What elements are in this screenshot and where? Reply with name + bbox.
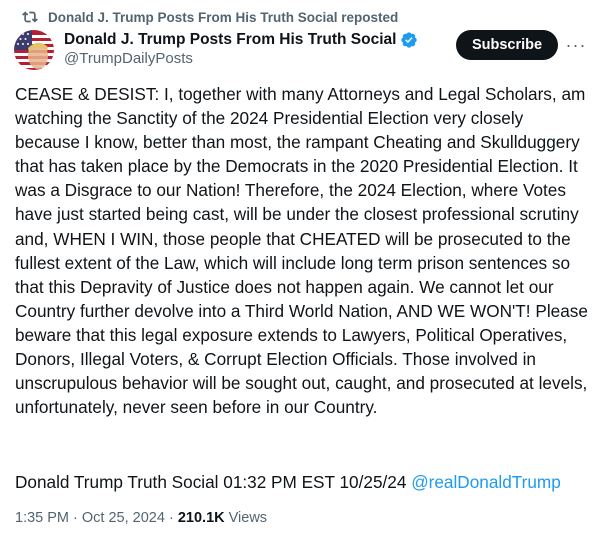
author-handle[interactable]: @TrumpDailyPosts (64, 50, 193, 67)
repost-text: Donald J. Trump Posts From His Truth Soc… (48, 9, 399, 25)
post-source-line: Donald Trump Truth Social 01:32 PM EST 1… (15, 470, 561, 494)
meta-separator: · (73, 510, 78, 526)
post-time[interactable]: 1:35 PM (15, 510, 69, 526)
avatar[interactable] (14, 30, 54, 70)
avatar-flag-image (14, 30, 54, 70)
repost-indicator[interactable]: Donald J. Trump Posts From His Truth Soc… (22, 7, 398, 27)
author-display-name[interactable]: Donald J. Trump Posts From His Truth Soc… (64, 31, 396, 49)
repost-icon (22, 11, 38, 23)
post-body: CEASE & DESIST: I, together with many At… (15, 84, 588, 418)
views-count: 210.1K (177, 510, 225, 526)
source-text: Donald Trump Truth Social 01:32 PM EST 1… (15, 472, 407, 492)
author-name-row[interactable]: Donald J. Trump Posts From His Truth Soc… (64, 30, 418, 50)
post-header: Donald J. Trump Posts From His Truth Soc… (14, 30, 588, 72)
verified-badge-icon (401, 32, 418, 48)
mention-link[interactable]: @realDonaldTrump (411, 472, 561, 492)
more-options-icon[interactable]: ··· (566, 34, 586, 56)
views-label: Views (228, 510, 268, 526)
subscribe-button[interactable]: Subscribe (456, 30, 558, 60)
meta-separator: · (168, 510, 174, 526)
post-meta: 1:35 PM · Oct 25, 2024 · 210.1K Views (15, 510, 267, 526)
post-date[interactable]: Oct 25, 2024 (82, 510, 165, 526)
